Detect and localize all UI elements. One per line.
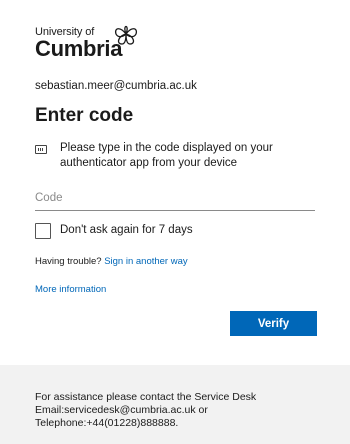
code-input[interactable] <box>35 185 315 211</box>
verify-button[interactable]: Verify <box>230 311 317 336</box>
trouble-prefix: Having trouble? <box>35 256 102 267</box>
authenticator-app-icon <box>35 145 47 154</box>
sign-in-card: University of Cumbria sebastian.meer@cum… <box>0 0 350 365</box>
sign-in-another-way-link[interactable]: Sign in another way <box>104 256 187 267</box>
page-title: Enter code <box>35 105 134 126</box>
footer-line-2: Email:servicedesk@cumbria.ac.uk or <box>35 404 208 416</box>
remember-checkbox[interactable] <box>35 223 51 239</box>
university-logo: University of Cumbria <box>35 22 165 64</box>
remember-checkbox-label[interactable]: Don't ask again for 7 days <box>60 224 193 236</box>
footer-line-3: Telephone:+44(01228)888888. <box>35 417 179 429</box>
footer-line-1: For assistance please contact the Servic… <box>35 391 257 403</box>
footer: For assistance please contact the Servic… <box>0 365 350 444</box>
footer-text: For assistance please contact the Servic… <box>35 391 335 430</box>
flower-emblem-icon <box>114 25 138 45</box>
more-information-link[interactable]: More information <box>35 284 106 295</box>
signed-in-identity: sebastian.meer@cumbria.ac.uk <box>35 80 197 92</box>
trouble-text: Having trouble? Sign in another way <box>35 256 188 267</box>
instruction-text: Please type in the code displayed on you… <box>60 142 273 169</box>
